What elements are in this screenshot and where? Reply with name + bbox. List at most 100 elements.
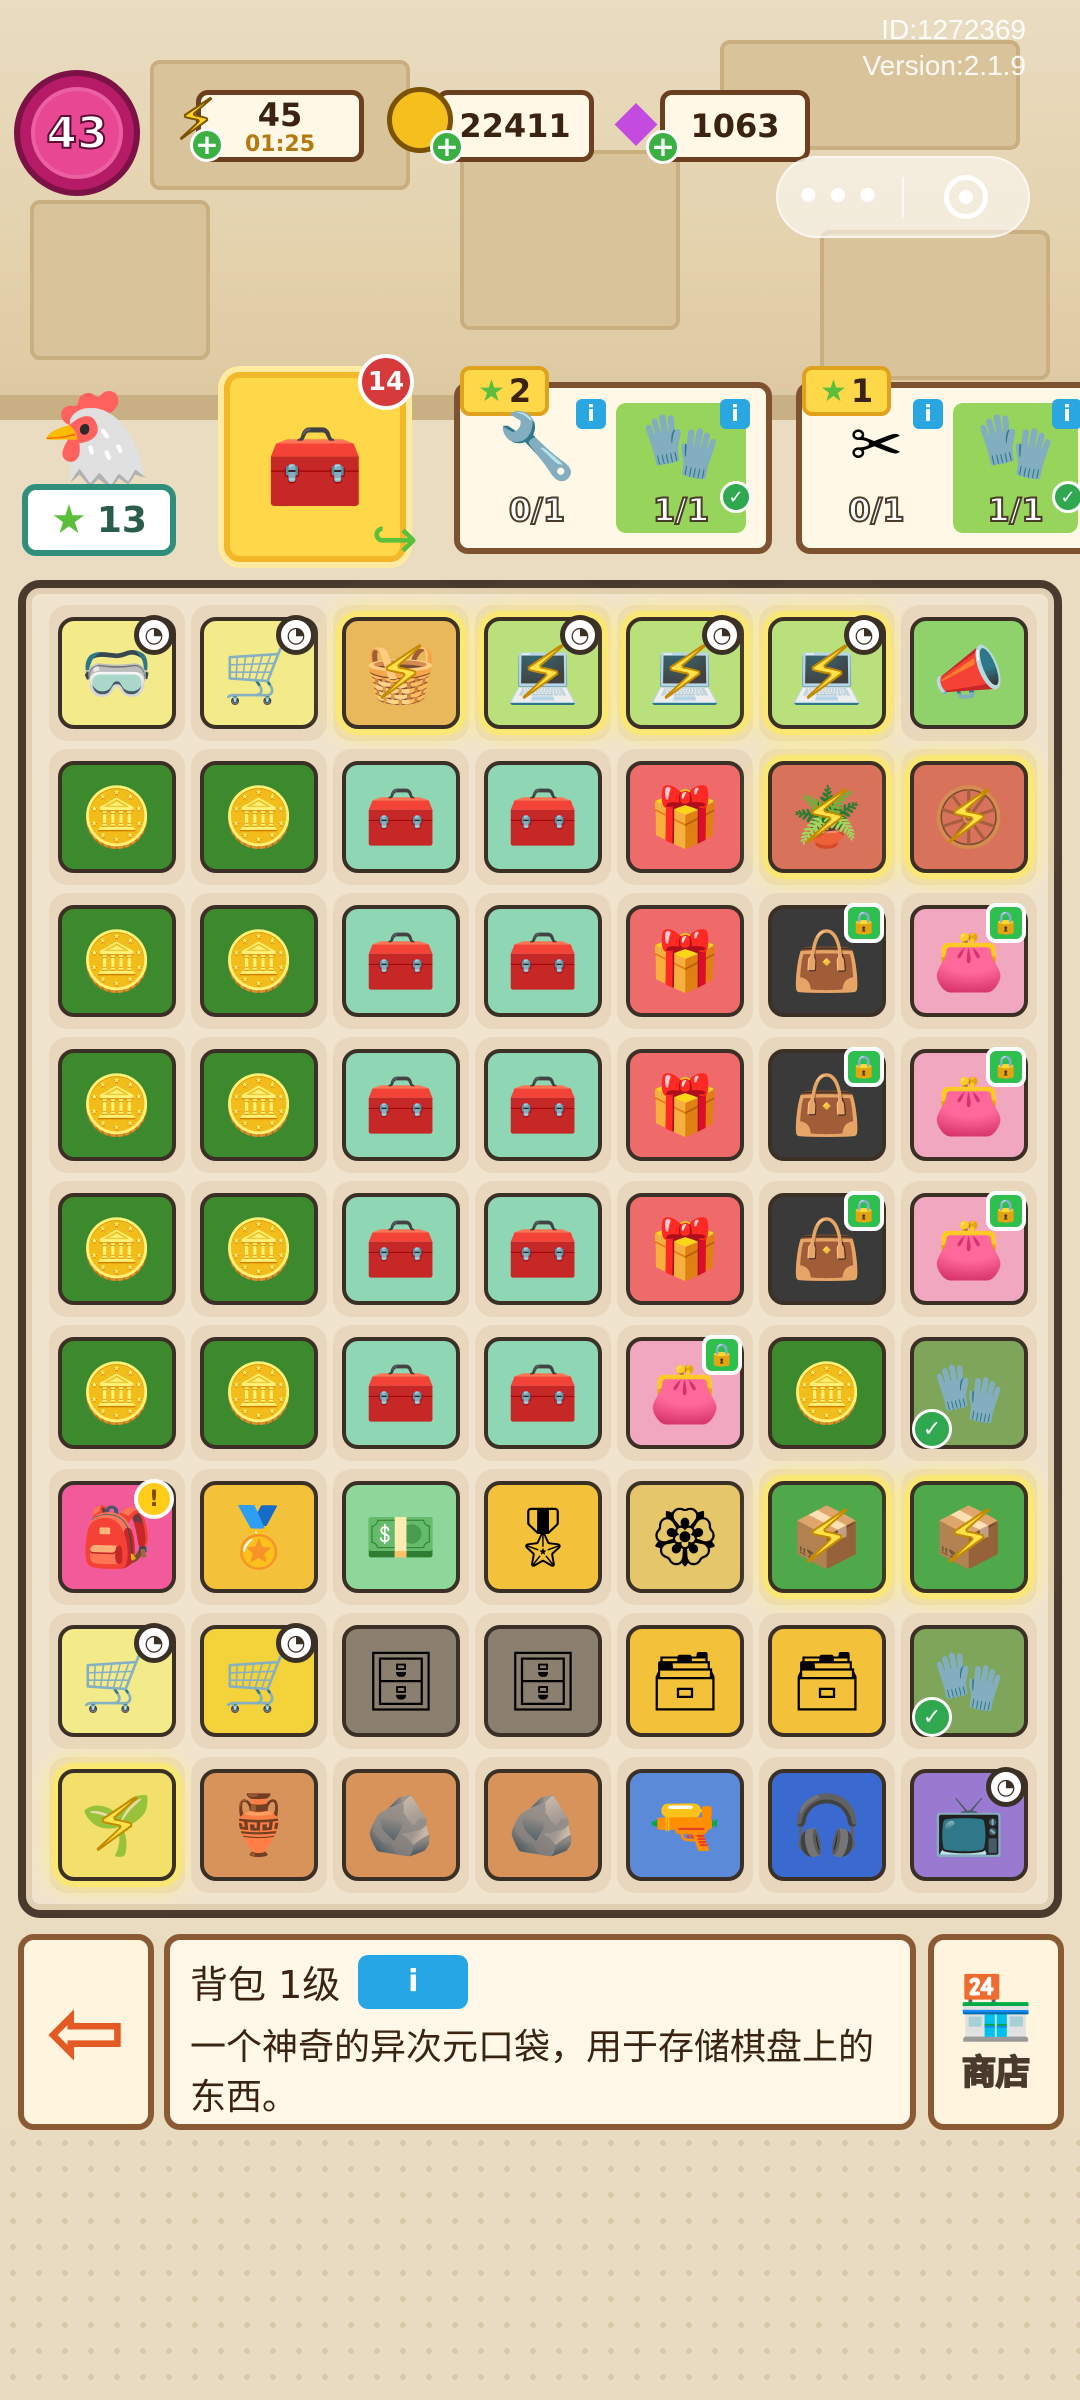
task-item-wrench[interactable]: 🔧 i 0/1 <box>472 399 606 533</box>
coin-crate-icon[interactable]: 🪙 <box>768 1337 886 1449</box>
gift-box-icon[interactable]: 🎁 <box>626 905 744 1017</box>
board-cell[interactable]: 🧰 <box>333 1181 469 1317</box>
headphones-icon[interactable]: 🎧 <box>768 1769 886 1881</box>
coin-crate-icon[interactable]: 🪙 <box>200 1193 318 1305</box>
board-cell[interactable]: 👛 🔒 <box>901 1181 1037 1317</box>
gem-counter[interactable]: 1063 <box>660 90 810 162</box>
board-cell[interactable]: 🧰 <box>333 1325 469 1461</box>
glove-icon[interactable]: 🧤 ✓ <box>910 1337 1028 1449</box>
board-cell[interactable]: 🪙 <box>759 1325 895 1461</box>
board-cell[interactable]: 🧰 <box>475 1037 611 1173</box>
pink-bag-icon[interactable]: 👛 🔒 <box>910 1047 1028 1161</box>
junk-pile-icon[interactable]: 📺 ◔ <box>910 1767 1028 1881</box>
cart-goggles-icon[interactable]: 🥽 ◔ <box>58 615 176 729</box>
board-cell[interactable]: 👛 🔒 <box>901 1037 1037 1173</box>
more-options-icon[interactable]: ••• <box>778 174 902 220</box>
board-cell[interactable]: 📣 <box>901 605 1037 741</box>
pink-bag-icon[interactable]: 👛 🔒 <box>910 903 1028 1017</box>
board-cell[interactable]: 🪙 <box>191 893 327 1029</box>
board-cell[interactable]: 🧤 ✓ <box>901 1613 1037 1749</box>
board-cell[interactable]: 🪙 <box>191 1037 327 1173</box>
board-cell[interactable]: 💻 ⚡ ◔ <box>475 605 611 741</box>
toolbox-icon[interactable]: 🧰 <box>342 761 460 873</box>
hair-dryer-icon[interactable]: 🔫 <box>626 1769 744 1881</box>
board-cell[interactable]: 👛 🔒 <box>901 893 1037 1029</box>
backpack-icon[interactable]: 🎒! <box>58 1479 176 1593</box>
gift-box-icon[interactable]: 🎁 <box>626 1193 744 1305</box>
laptop-icon[interactable]: 💻 ⚡ ◔ <box>768 615 886 729</box>
flower-pot-icon[interactable]: 🪴 ⚡ <box>768 761 886 873</box>
pink-bag-icon[interactable]: 👛 🔒 <box>626 1335 744 1449</box>
green-crate-icon[interactable]: 📦 ⚡ <box>768 1481 886 1593</box>
board-cell[interactable]: 🧰 <box>333 1037 469 1173</box>
board-cell[interactable]: 🏅 <box>191 1469 327 1605</box>
board-cell[interactable]: 🪨 <box>475 1757 611 1893</box>
board-cell[interactable]: 👜 🔒 <box>759 893 895 1029</box>
green-crate-icon[interactable]: 📦 ⚡ <box>910 1481 1028 1593</box>
board-cell[interactable]: 🌱 ⚡ <box>49 1757 185 1893</box>
coin-crate-icon[interactable]: 🪙 <box>58 905 176 1017</box>
board-cell[interactable]: 💵 <box>333 1469 469 1605</box>
clay-shard-icon[interactable]: 🪨 <box>342 1769 460 1881</box>
coin-crate-icon[interactable]: 🪙 <box>200 1337 318 1449</box>
locker-icon[interactable]: 🗄 <box>484 1625 602 1737</box>
laptop-icon[interactable]: 💻 ⚡ ◔ <box>626 615 744 729</box>
glove-icon[interactable]: 🧤 ✓ <box>910 1625 1028 1737</box>
board-cell[interactable]: 🗃 <box>617 1613 753 1749</box>
current-order-card[interactable]: 🧰 14 ↪ <box>224 354 418 572</box>
board-cell[interactable]: 🎧 <box>759 1757 895 1893</box>
toolbox-icon[interactable]: 🧰 <box>484 1049 602 1161</box>
board-cell[interactable]: 🎁 <box>617 893 753 1029</box>
shopping-cart-icon[interactable]: 🛒 ◔ <box>58 1623 176 1737</box>
coin-crate-icon[interactable]: 🪙 <box>58 1337 176 1449</box>
board-cell[interactable]: 🗄 <box>333 1613 469 1749</box>
exit-button[interactable]: ⇦ <box>18 1934 154 2130</box>
laptop-icon[interactable]: 💻 ⚡ ◔ <box>484 615 602 729</box>
task-item-glove[interactable]: 🧤 i ✓ 1/1 <box>953 399 1080 533</box>
black-bag-icon[interactable]: 👜 🔒 <box>768 1191 886 1305</box>
board-cell[interactable]: 🗃 <box>759 1613 895 1749</box>
info-icon[interactable]: i <box>1052 399 1080 429</box>
coin-crate-icon[interactable]: 🪙 <box>200 761 318 873</box>
board-cell[interactable]: 🧺 ⚡ <box>333 605 469 741</box>
potted-plant-icon[interactable]: 🌱 ⚡ <box>58 1769 176 1881</box>
board-cell[interactable]: 🛒 ◔ <box>49 1613 185 1749</box>
gift-box-icon[interactable]: 🎁 <box>626 1049 744 1161</box>
board-cell[interactable]: 🪙 <box>49 1037 185 1173</box>
pink-bag-icon[interactable]: 👛 🔒 <box>910 1191 1028 1305</box>
coin-crate-icon[interactable]: 🪙 <box>58 1193 176 1305</box>
board-cell[interactable]: 🪙 <box>49 1181 185 1317</box>
info-icon[interactable]: i <box>913 399 943 429</box>
toolbox-icon[interactable]: 🧰 <box>342 1337 460 1449</box>
board-cell[interactable]: 🧰 <box>475 893 611 1029</box>
board-cell[interactable]: 💻 ⚡ ◔ <box>617 605 753 741</box>
basket-gold-icon[interactable]: 🧺 ⚡ <box>342 617 460 729</box>
board-cell[interactable]: 🛞 ⚡ <box>901 749 1037 885</box>
board-cell[interactable]: 🪴 ⚡ <box>759 749 895 885</box>
toolbox-icon[interactable]: 🧰 <box>484 761 602 873</box>
board-cell[interactable]: 🛒 ◔ <box>191 1613 327 1749</box>
close-miniprogram-icon[interactable] <box>904 175 1028 219</box>
ribbon-award-icon[interactable]: 🎖 <box>484 1481 602 1593</box>
board-cell[interactable]: 👜 🔒 <box>759 1037 895 1173</box>
add-coins-button[interactable]: + <box>430 130 464 164</box>
board-cell[interactable]: 🪙 <box>191 1181 327 1317</box>
coin-crate-icon[interactable]: 🪙 <box>200 905 318 1017</box>
toolbox-icon[interactable]: 🧰 <box>484 1337 602 1449</box>
cart-tools-icon[interactable]: 🛒 ◔ <box>200 615 318 729</box>
board-cell[interactable]: 💻 ⚡ ◔ <box>759 605 895 741</box>
info-icon[interactable]: i <box>576 399 606 429</box>
board-cell[interactable]: 🧤 ✓ <box>901 1325 1037 1461</box>
coin-crate-icon[interactable]: 🪙 <box>200 1049 318 1161</box>
shop-button[interactable]: 🏪 商店 <box>928 1934 1064 2130</box>
item-info-button[interactable]: i <box>358 1954 469 2009</box>
clay-shard-icon[interactable]: 🪨 <box>484 1769 602 1881</box>
board-cell[interactable]: 🧰 <box>333 893 469 1029</box>
gold-cabinet-icon[interactable]: 🗃 <box>768 1625 886 1737</box>
coin-crate-icon[interactable]: 🪙 <box>58 1049 176 1161</box>
board-cell[interactable]: 🪙 <box>49 749 185 885</box>
locker-icon[interactable]: 🗄 <box>342 1625 460 1737</box>
toolbox-icon[interactable]: 🧰 <box>342 905 460 1017</box>
board-cell[interactable]: 🛒 ◔ <box>191 605 327 741</box>
board-cell[interactable]: 🥽 ◔ <box>49 605 185 741</box>
